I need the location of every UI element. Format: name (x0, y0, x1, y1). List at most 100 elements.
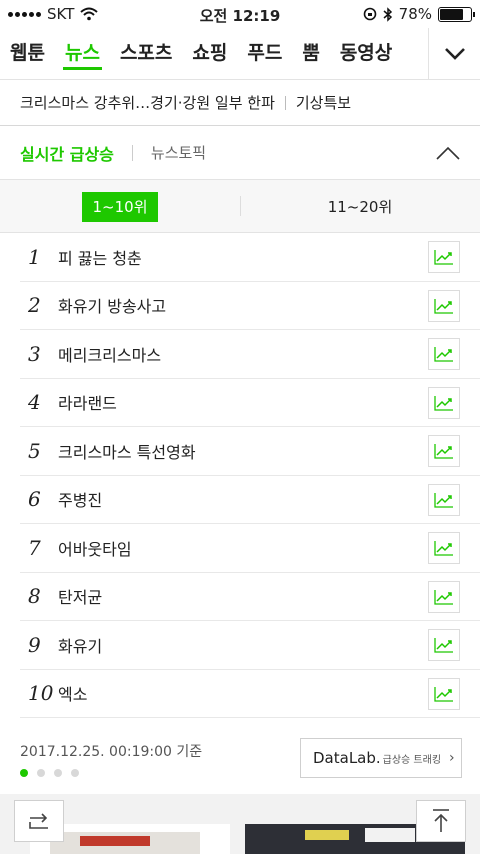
datalab-sub-label: 급상승 트래킹 (382, 754, 442, 766)
nav-tab[interactable]: 푸드 (237, 28, 292, 80)
keyword-label: 메리크리스마스 (58, 345, 162, 365)
trend-chart-button[interactable] (428, 338, 460, 370)
timestamp: 2017.12.25. 00:19:00 기준 (20, 744, 203, 760)
ranking-row[interactable]: 2 화유기 방송사고 (20, 282, 480, 330)
divider (131, 144, 133, 161)
rank-number: 9 (28, 632, 41, 657)
divider (284, 95, 286, 110)
trend-chart-icon (434, 347, 453, 362)
ranking-row[interactable]: 8 탄저균 (20, 573, 480, 621)
nav-tab[interactable]: 웹툰 (0, 28, 55, 80)
top-nav: 웹툰 뉴스 스포츠 쇼핑 푸드 뿜 동영상 (0, 28, 480, 80)
trend-chart-icon (434, 298, 453, 314)
chevron-right-icon: › (449, 750, 455, 766)
collapse-button[interactable] (434, 140, 462, 168)
trend-chart-button[interactable] (428, 629, 460, 661)
page-indicator (20, 769, 79, 777)
ranking-row[interactable]: 9 화유기 (20, 621, 480, 670)
trend-chart-icon (434, 589, 453, 605)
status-right: 78% (363, 5, 475, 23)
trend-chart-button[interactable] (428, 677, 460, 710)
headline-link[interactable]: 크리스마스 강추위…경기·강원 일부 한파 (20, 92, 275, 113)
battery-icon (438, 6, 475, 22)
news-thumbnail-strip (0, 794, 480, 854)
bluetooth-icon (383, 6, 392, 22)
headline-strip: 크리스마스 강추위…경기·강원 일부 한파 기상특보 (0, 80, 480, 126)
page-dot[interactable] (71, 769, 79, 777)
page-dot[interactable] (20, 769, 28, 777)
trend-chart-button[interactable] (428, 289, 460, 322)
rank-number: 8 (28, 584, 41, 609)
datalab-label: DataLab. (313, 749, 381, 767)
battery-percent: 78% (398, 5, 432, 23)
chevron-up-icon (436, 146, 460, 160)
nav-tab[interactable]: 뉴스 (55, 28, 110, 80)
battery-fill (440, 8, 464, 20)
rank-number: 3 (28, 341, 41, 366)
page-dot[interactable] (54, 769, 62, 777)
tab-realtime-rising[interactable]: 실시간 급상승 (20, 141, 114, 165)
rank-number: 7 (28, 535, 41, 560)
nav-tab[interactable]: 뿜 (292, 28, 329, 80)
keyword-label: 엑소 (58, 685, 88, 705)
ranking-row[interactable]: 5 크리스마스 특선영화 (20, 427, 480, 476)
scroll-top-button[interactable] (416, 800, 466, 842)
trend-chart-button[interactable] (428, 435, 460, 467)
thumbnail-image (365, 828, 415, 842)
nav-tab[interactable]: 동영상 (330, 28, 402, 80)
trend-chart-icon (434, 395, 453, 411)
weather-alert-link[interactable]: 기상특보 (296, 92, 351, 113)
rank-number: 2 (28, 293, 41, 318)
chevron-down-icon (444, 48, 465, 60)
trend-chart-button[interactable] (428, 580, 460, 613)
rank-number: 4 (28, 390, 41, 415)
rank-number: 5 (28, 438, 41, 463)
trend-chart-icon (434, 686, 453, 702)
datalab-button[interactable]: DataLab. 급상승 트래킹 › (300, 738, 462, 778)
keyword-label: 어바웃타임 (58, 539, 132, 559)
trend-chart-button[interactable] (428, 241, 460, 273)
ranking-row[interactable]: 6 주병진 (20, 476, 480, 524)
tab-news-topic[interactable]: 뉴스토픽 (151, 142, 206, 163)
ranking-row[interactable]: 3 메리크리스마스 (20, 330, 480, 379)
arrow-up-icon (433, 809, 449, 832)
share-icon (29, 813, 48, 829)
thumbnail-image (80, 836, 150, 846)
trend-chart-icon (434, 638, 453, 653)
section-header: 실시간 급상승 뉴스토픽 (0, 126, 480, 180)
ranking-row[interactable]: 1 피 끓는 청춘 (20, 233, 480, 282)
ranking-list: 1 피 끓는 청춘 2 화유기 방송사고 3 메리크리스마스 4 라라랜드 5 크리스마스 특선영… (20, 233, 480, 718)
trend-chart-icon (434, 492, 453, 508)
rank-number: 1 (28, 244, 41, 269)
share-button[interactable] (14, 800, 64, 842)
keyword-label: 탄저균 (58, 588, 103, 608)
range-tabs: 1~10위 11~20위 (0, 180, 480, 233)
keyword-label: 피 끓는 청춘 (58, 248, 142, 268)
keyword-label: 크리스마스 특선영화 (58, 442, 196, 462)
rank-number: 10 (28, 681, 54, 706)
status-bar: SKT 오전 12:19 78% (0, 0, 480, 28)
trend-chart-button[interactable] (428, 386, 460, 419)
nav-tab[interactable]: 쇼핑 (182, 28, 237, 80)
ranking-row[interactable]: 10 엑소 (20, 670, 480, 718)
rank-number: 6 (28, 487, 41, 512)
page-dot[interactable] (37, 769, 45, 777)
tab-rank-11-20[interactable]: 11~20위 (300, 192, 420, 222)
ranking-row[interactable]: 7 어바웃타임 (20, 524, 480, 573)
trend-chart-button[interactable] (428, 532, 460, 564)
ranking-row[interactable]: 4 라라랜드 (20, 379, 480, 427)
trend-chart-icon (434, 541, 453, 556)
thumbnail-image (305, 830, 349, 840)
trend-chart-icon (434, 444, 453, 459)
nav-tabs: 웹툰 뉴스 스포츠 쇼핑 푸드 뿜 동영상 (0, 28, 428, 80)
keyword-label: 화유기 (58, 636, 103, 656)
trend-chart-icon (434, 250, 453, 265)
trend-chart-button[interactable] (428, 483, 460, 516)
keyword-label: 주병진 (58, 491, 103, 511)
divider (240, 196, 241, 216)
rotation-lock-icon (363, 7, 376, 21)
keyword-label: 화유기 방송사고 (58, 297, 167, 317)
nav-more-button[interactable] (428, 28, 480, 80)
nav-tab[interactable]: 스포츠 (110, 28, 182, 80)
tab-rank-1-10[interactable]: 1~10위 (82, 192, 158, 222)
